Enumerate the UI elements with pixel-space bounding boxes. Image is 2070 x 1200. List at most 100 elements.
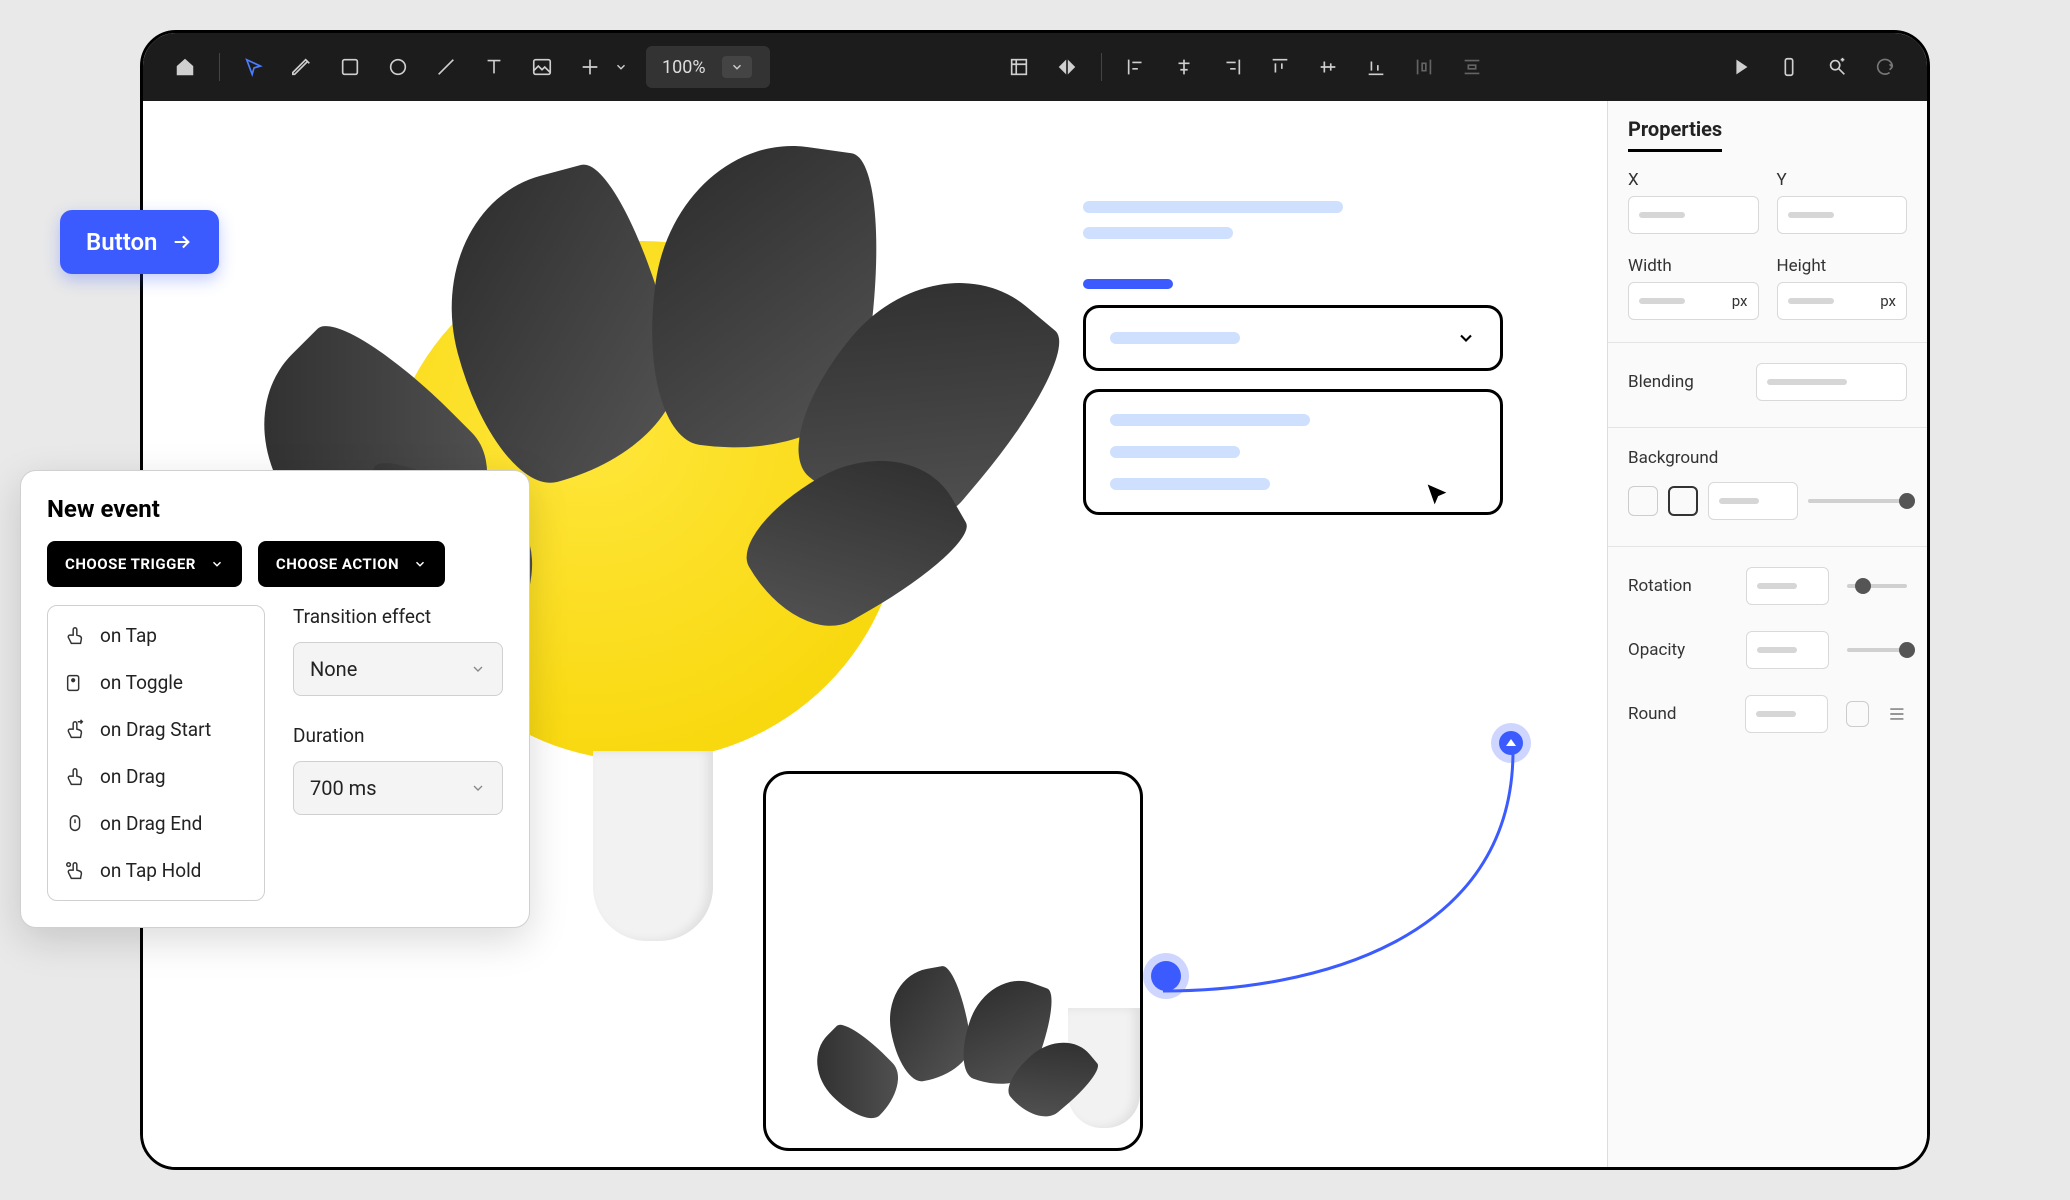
opacity-slider[interactable] <box>1847 648 1907 652</box>
canvas-dropdown-mock[interactable] <box>1083 305 1503 371</box>
connector-end-node[interactable] <box>1499 731 1523 755</box>
home-button[interactable] <box>165 47 205 87</box>
trigger-item-on-tap[interactable]: on Tap <box>54 612 258 659</box>
height-input[interactable]: px <box>1777 282 1908 320</box>
bg-color-input[interactable] <box>1708 482 1798 520</box>
align-right-button[interactable] <box>1212 47 1252 87</box>
add-tool[interactable] <box>570 47 628 87</box>
round-per-corner-icon[interactable] <box>1887 703 1907 725</box>
canvas-card-small[interactable] <box>763 771 1143 1151</box>
placeholder-line <box>1083 227 1233 239</box>
x-input[interactable] <box>1628 196 1759 234</box>
align-center-h-button[interactable] <box>1164 47 1204 87</box>
align-center-v-button[interactable] <box>1308 47 1348 87</box>
choose-action-dropdown[interactable]: CHOOSE ACTION <box>258 541 445 587</box>
placeholder-line <box>1110 414 1310 426</box>
bg-opacity-slider[interactable] <box>1808 499 1907 503</box>
toggle-icon <box>64 672 86 694</box>
connector-start-node[interactable] <box>1151 961 1181 991</box>
duration-select[interactable]: 700 ms <box>293 761 503 815</box>
round-label: Round <box>1628 704 1727 724</box>
trigger-item-on-drag[interactable]: on Drag <box>54 753 258 800</box>
trigger-item-on-drag-end[interactable]: on Drag End <box>54 800 258 847</box>
undo-button[interactable] <box>1865 47 1905 87</box>
toolbar-separator <box>1101 53 1102 81</box>
device-preview-button[interactable] <box>1769 47 1809 87</box>
height-label: Height <box>1777 256 1908 276</box>
move-tool[interactable] <box>234 47 274 87</box>
properties-panel: Properties X Y Width px Height p <box>1607 101 1927 1167</box>
chevron-down-icon <box>470 661 486 677</box>
drag-start-icon <box>64 719 86 741</box>
image-tool[interactable] <box>522 47 562 87</box>
arrow-right-icon <box>171 231 193 253</box>
rotation-input[interactable] <box>1746 567 1830 605</box>
frame-tool[interactable] <box>999 47 1039 87</box>
background-label: Background <box>1628 448 1907 468</box>
toolbar: 100% <box>143 33 1927 101</box>
effects-column: Transition effect None Duration 700 ms <box>293 605 503 901</box>
play-button[interactable] <box>1721 47 1761 87</box>
tap-icon <box>64 625 86 647</box>
text-tool[interactable] <box>474 47 514 87</box>
zoom-dropdown-icon[interactable] <box>720 54 754 80</box>
line-tool[interactable] <box>426 47 466 87</box>
distribute-v-button[interactable] <box>1452 47 1492 87</box>
rotation-slider[interactable] <box>1847 584 1907 588</box>
trigger-item-on-toggle[interactable]: on Toggle <box>54 659 258 706</box>
round-uniform-toggle[interactable] <box>1846 701 1870 727</box>
transition-select[interactable]: None <box>293 642 503 696</box>
transition-label: Transition effect <box>293 605 503 628</box>
align-left-button[interactable] <box>1116 47 1156 87</box>
placeholder-line <box>1110 478 1270 490</box>
prototype-connector <box>1133 741 1533 1141</box>
bg-fill-swatch[interactable] <box>1668 486 1698 516</box>
trigger-item-on-tap-hold[interactable]: on Tap Hold <box>54 847 258 894</box>
blending-label: Blending <box>1628 372 1738 392</box>
pen-tool[interactable] <box>282 47 322 87</box>
chevron-down-icon <box>470 780 486 796</box>
duration-label: Duration <box>293 724 503 747</box>
blending-input[interactable] <box>1756 363 1907 401</box>
width-input[interactable]: px <box>1628 282 1759 320</box>
width-label: Width <box>1628 256 1759 276</box>
tap-hold-icon <box>64 860 86 882</box>
placeholder-line <box>1110 446 1240 458</box>
zoom-control[interactable]: 100% <box>646 46 770 88</box>
canvas-form-mock <box>1083 201 1503 515</box>
choose-trigger-dropdown[interactable]: CHOOSE TRIGGER <box>47 541 242 587</box>
y-label: Y <box>1777 170 1908 190</box>
placeholder-accent <box>1083 279 1173 289</box>
mask-tool[interactable] <box>1047 47 1087 87</box>
rectangle-tool[interactable] <box>330 47 370 87</box>
distribute-h-button[interactable] <box>1404 47 1444 87</box>
align-bottom-button[interactable] <box>1356 47 1396 87</box>
share-button[interactable] <box>1817 47 1857 87</box>
rotation-label: Rotation <box>1628 576 1728 596</box>
chevron-down-icon <box>413 557 427 571</box>
bg-none-swatch[interactable] <box>1628 486 1658 516</box>
placeholder-line <box>1083 201 1343 213</box>
ellipse-tool[interactable] <box>378 47 418 87</box>
round-input[interactable] <box>1745 695 1828 733</box>
floating-button-element[interactable]: Button <box>60 210 219 274</box>
opacity-input[interactable] <box>1746 631 1830 669</box>
placeholder-line <box>1110 332 1240 344</box>
opacity-label: Opacity <box>1628 640 1728 660</box>
trigger-list: on Tap on Toggle on Drag Start on Drag o… <box>47 605 265 901</box>
cursor-icon <box>1423 481 1451 513</box>
y-input[interactable] <box>1777 196 1908 234</box>
toolbar-separator <box>219 53 220 81</box>
align-top-button[interactable] <box>1260 47 1300 87</box>
x-label: X <box>1628 170 1759 190</box>
chevron-down-icon <box>210 557 224 571</box>
new-event-panel: New event CHOOSE TRIGGER CHOOSE ACTION o… <box>20 470 530 928</box>
properties-title: Properties <box>1628 117 1722 152</box>
button-label: Button <box>86 228 157 256</box>
new-event-title: New event <box>47 495 503 523</box>
drag-icon <box>64 766 86 788</box>
chevron-down-icon <box>1456 328 1476 348</box>
drag-end-icon <box>64 813 86 835</box>
trigger-item-on-drag-start[interactable]: on Drag Start <box>54 706 258 753</box>
zoom-value: 100% <box>662 57 706 78</box>
